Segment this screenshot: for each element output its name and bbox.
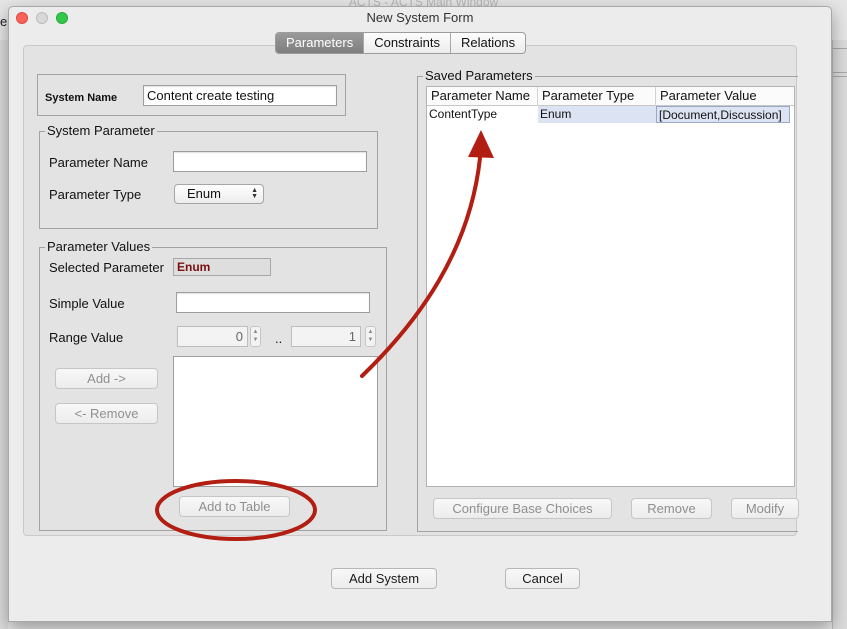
add-to-table-button[interactable]: Add to Table — [179, 496, 290, 517]
table-header: Parameter Name Parameter Type Parameter … — [427, 87, 794, 106]
system-parameter-group: System Parameter Parameter Name Paramete… — [39, 123, 378, 229]
cell-parameter-value[interactable]: [Document,Discussion] — [656, 106, 790, 123]
system-name-group: System Name — [37, 74, 346, 116]
values-list[interactable] — [173, 356, 378, 487]
range-from-input[interactable]: 0 — [177, 326, 248, 347]
simple-value-input[interactable] — [176, 292, 370, 313]
select-arrows-icon: ▲ ▼ — [251, 187, 258, 200]
add-value-button[interactable]: Add -> — [55, 368, 158, 389]
cell-parameter-name[interactable]: ContentType — [427, 106, 538, 123]
column-header-parameter-type[interactable]: Parameter Type — [538, 87, 656, 106]
column-header-parameter-name[interactable]: Parameter Name — [427, 87, 538, 106]
column-header-parameter-value[interactable]: Parameter Value — [656, 87, 794, 106]
configure-base-choices-button[interactable]: Configure Base Choices — [433, 498, 612, 519]
main-window-right-edge — [832, 40, 847, 629]
parameter-type-value: Enum — [187, 186, 221, 201]
parameter-name-input[interactable] — [173, 151, 367, 172]
remove-value-button[interactable]: <- Remove — [55, 403, 158, 424]
parameter-values-group: Parameter Values Selected Parameter Enum… — [39, 239, 387, 531]
tab-relations[interactable]: Relations — [451, 33, 525, 53]
close-window-button[interactable] — [16, 12, 28, 24]
range-to-input[interactable]: 1 — [291, 326, 361, 347]
selected-parameter-value: Enum — [173, 258, 271, 276]
main-window-left-edge — [0, 40, 8, 629]
saved-parameters-table[interactable]: Parameter Name Parameter Type Parameter … — [426, 86, 795, 487]
selected-parameter-label: Selected Parameter — [49, 260, 164, 275]
range-to-stepper[interactable]: ▲ ▼ — [365, 326, 376, 347]
parameter-type-select[interactable]: Enum ▲ ▼ — [174, 184, 264, 204]
cancel-button[interactable]: Cancel — [505, 568, 580, 589]
modify-parameter-button[interactable]: Modify — [731, 498, 799, 519]
simple-value-label: Simple Value — [49, 296, 125, 311]
table-row[interactable]: ContentType Enum [Document,Discussion] — [427, 106, 794, 123]
range-separator: .. — [275, 331, 283, 346]
range-from-stepper[interactable]: ▲ ▼ — [250, 326, 261, 347]
parameter-values-group-title: Parameter Values — [45, 239, 153, 255]
cell-parameter-type[interactable]: Enum — [538, 106, 656, 123]
remove-parameter-button[interactable]: Remove — [631, 498, 712, 519]
system-parameter-group-title: System Parameter — [45, 123, 157, 139]
tab-parameters[interactable]: Parameters — [276, 33, 365, 53]
tab-constraints[interactable]: Constraints — [364, 33, 451, 53]
parameter-type-label: Parameter Type — [49, 187, 142, 202]
dialog-title: New System Form — [366, 10, 474, 25]
range-value-label: Range Value — [49, 330, 124, 345]
main-window-edge-text: e — [0, 14, 8, 29]
parameter-name-label: Parameter Name — [49, 155, 148, 170]
tab-bar: Parameters Constraints Relations — [275, 32, 527, 54]
add-system-button[interactable]: Add System — [331, 568, 437, 589]
minimize-window-button[interactable] — [36, 12, 48, 24]
saved-parameters-group-title: Saved Parameters — [423, 68, 535, 84]
system-name-label: System Name — [45, 92, 118, 104]
system-name-input[interactable] — [143, 85, 337, 106]
zoom-window-button[interactable] — [56, 12, 68, 24]
